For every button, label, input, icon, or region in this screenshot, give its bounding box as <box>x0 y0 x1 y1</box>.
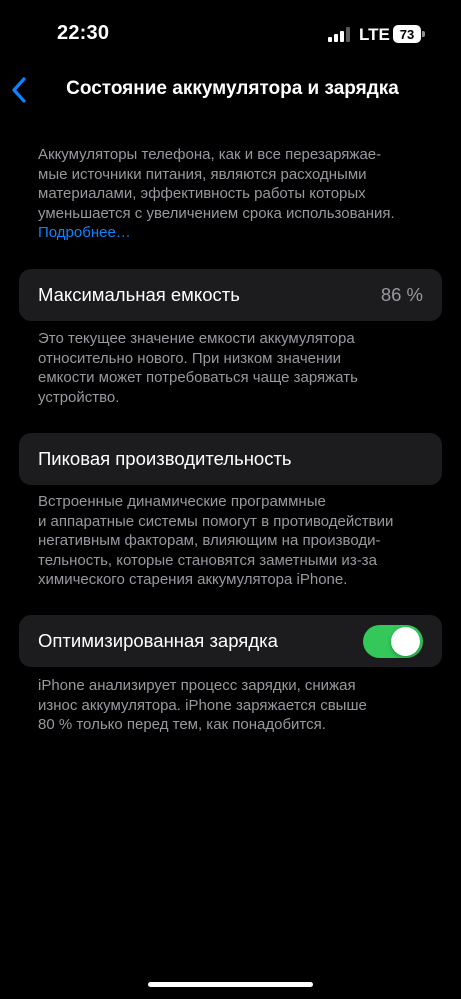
nav-bar: Состояние аккумулятора и зарядка <box>0 68 461 112</box>
intro-line: Аккумуляторы телефона, как и все перезар… <box>38 146 382 163</box>
home-indicator[interactable] <box>148 982 313 987</box>
intro-line: уменьшается с увеличением срока использо… <box>38 204 395 222</box>
footnote-line: относительно нового. При низком значении <box>38 349 342 367</box>
network-type: LTE <box>359 25 390 44</box>
peak-performance-cell: Пиковая производительность <box>19 433 442 485</box>
peak-performance-footnote: Встроенные динамические программные и ап… <box>38 492 428 590</box>
footnote-line: 80 % только перед тем, как понадобится. <box>38 716 326 733</box>
intro-description: Аккумуляторы телефона, как и все перезар… <box>38 145 434 243</box>
status-bar: 22:30 LTE 73 <box>0 0 461 60</box>
footnote-line: iPhone анализирует процесс зарядки, сниж… <box>38 677 356 694</box>
battery-icon: 73 <box>393 25 421 43</box>
max-capacity-label: Максимальная емкость <box>38 284 240 305</box>
battery-cap <box>422 31 425 37</box>
battery-level: 73 <box>399 26 415 42</box>
footnote-line: негативным факторам, влияющим на произво… <box>38 532 381 549</box>
max-capacity-cell: Максимальная емкость 86 % <box>19 269 442 321</box>
footnote-line: емкости может потребоваться чаще заряжат… <box>38 369 358 386</box>
max-capacity-value: 86 % <box>380 284 423 305</box>
status-time: 22:30 <box>57 22 110 44</box>
battery-health-screen: 22:30 LTE 73 Состояние аккумулятора и за… <box>0 0 461 999</box>
max-capacity-footnote: Это текущее значение емкости аккумулятор… <box>38 329 428 407</box>
optimized-charging-cell: Оптимизированная зарядка <box>19 615 442 667</box>
toggle-knob <box>391 627 420 656</box>
optimized-charging-toggle[interactable] <box>363 625 423 658</box>
footnote-line: Встроенные динамические программные <box>38 493 326 510</box>
footnote-line: и аппаратные системы помогут в противоде… <box>38 512 394 530</box>
learn-more-link[interactable]: Подробнее… <box>38 223 131 243</box>
footnote-line: Это текущее значение емкости аккумулятор… <box>38 330 355 347</box>
footnote-line: износ аккумулятора. iPhone заряжается св… <box>38 696 367 714</box>
footnote-line: химического старения аккумулятора iPhone… <box>38 571 348 588</box>
intro-line: материалами, эффективность работы которы… <box>38 185 366 202</box>
footnote-line: тельность, которые становятся заметными … <box>38 551 377 569</box>
optimized-charging-footnote: iPhone анализирует процесс зарядки, сниж… <box>38 676 428 735</box>
page-title: Состояние аккумулятора и зарядка <box>66 78 399 99</box>
intro-line: мые источники питания, являются расходны… <box>38 165 367 183</box>
peak-performance-label: Пиковая производительность <box>38 448 292 469</box>
optimized-charging-label: Оптимизированная зарядка <box>38 630 278 651</box>
footnote-line: устройство. <box>38 388 120 406</box>
cellular-signal-icon <box>328 27 350 42</box>
